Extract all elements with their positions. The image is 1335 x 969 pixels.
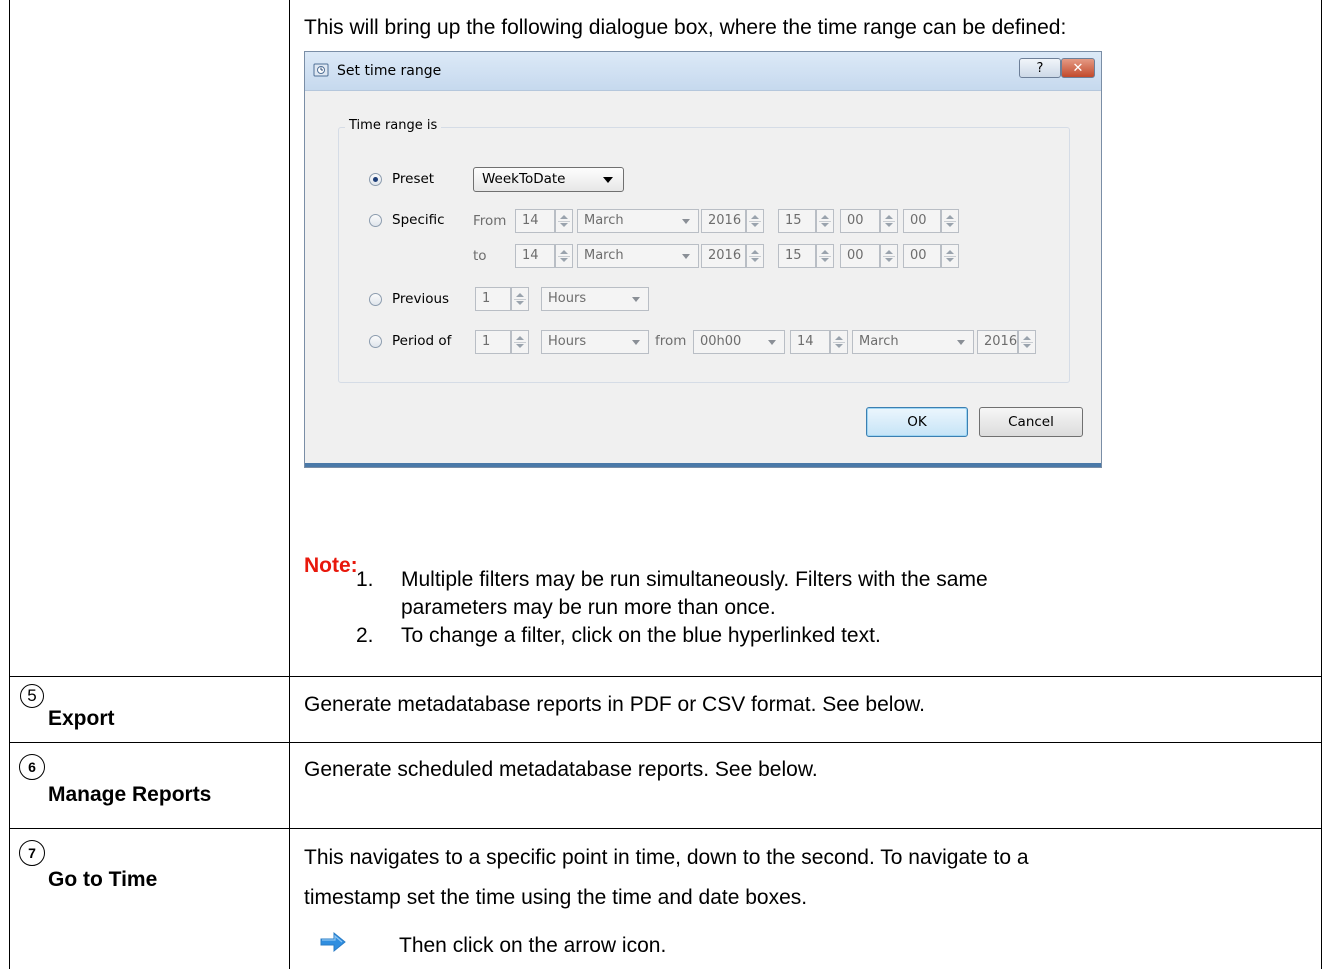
from-day-field[interactable]: 14 — [515, 209, 555, 233]
dialog-title-bar: Set time range ? ✕ — [305, 52, 1101, 91]
note-line: To change a filter, click on the blue hy… — [401, 624, 881, 647]
period-unit-value: Hours — [548, 334, 587, 349]
specific-radio[interactable] — [369, 214, 382, 227]
note-line: Multiple filters may be run simultaneous… — [401, 568, 988, 591]
period-unit-select[interactable]: Hours — [541, 330, 649, 354]
from-minute-spinner[interactable] — [880, 209, 898, 233]
period-year-field[interactable]: 2016 — [977, 330, 1018, 354]
period-count-field[interactable]: 1 — [475, 330, 511, 354]
from-day-spinner[interactable] — [555, 209, 573, 233]
period-month-select[interactable]: March — [852, 330, 974, 354]
period-time-select[interactable]: 00h00 — [693, 330, 785, 354]
previous-label: Previous — [392, 291, 450, 307]
period-time-value: 00h00 — [700, 334, 742, 349]
table-row-separator — [9, 828, 1322, 829]
row-label-export: Export — [48, 707, 115, 730]
row-description: This navigates to a specific point in ti… — [304, 846, 1029, 869]
chevron-down-icon — [603, 177, 613, 183]
dialog-bottom-border — [305, 463, 1101, 467]
previous-unit-value: Hours — [548, 291, 587, 306]
list-number: 1. — [356, 568, 374, 591]
chevron-down-icon — [632, 340, 640, 345]
specific-label: Specific — [392, 212, 445, 228]
dialog-title: Set time range — [337, 63, 442, 79]
previous-unit-select[interactable]: Hours — [541, 287, 649, 311]
period-year-spinner[interactable] — [1018, 330, 1036, 354]
to-month-select[interactable]: March — [577, 244, 699, 268]
period-of-radio[interactable] — [369, 335, 382, 348]
from-label: From — [473, 213, 507, 229]
set-time-range-dialog: Set time range ? ✕ Time range is Preset … — [304, 51, 1102, 468]
previous-count-field[interactable]: 1 — [475, 287, 511, 311]
ok-button[interactable]: OK — [866, 407, 968, 437]
right-arrow-icon — [320, 931, 346, 953]
from-second-spinner[interactable] — [941, 209, 959, 233]
to-year-spinner[interactable] — [746, 244, 764, 268]
previous-count-spinner[interactable] — [511, 287, 529, 311]
to-month-value: March — [584, 248, 624, 263]
step-number-badge: 6 — [19, 754, 45, 780]
table-row-separator — [9, 742, 1322, 743]
chevron-down-icon — [768, 340, 776, 345]
period-day-field[interactable]: 14 — [790, 330, 830, 354]
to-hour-field[interactable]: 15 — [778, 244, 816, 268]
chevron-down-icon — [682, 254, 690, 259]
preset-label: Preset — [392, 171, 435, 187]
cancel-button[interactable]: Cancel — [979, 407, 1083, 437]
to-day-spinner[interactable] — [555, 244, 573, 268]
from-month-value: March — [584, 213, 624, 228]
document-page: This will bring up the following dialogu… — [0, 0, 1335, 969]
to-hour-spinner[interactable] — [816, 244, 834, 268]
to-minute-field[interactable]: 00 — [840, 244, 880, 268]
table-row-separator — [9, 676, 1322, 677]
app-icon — [313, 63, 329, 77]
from-second-field[interactable]: 00 — [903, 209, 941, 233]
step-number-badge: 7 — [19, 840, 45, 866]
from-month-select[interactable]: March — [577, 209, 699, 233]
from-year-spinner[interactable] — [746, 209, 764, 233]
period-month-value: March — [859, 334, 899, 349]
preset-value: WeekToDate — [482, 171, 566, 187]
to-label: to — [473, 248, 487, 264]
note-line: parameters may be run more than once. — [401, 596, 776, 619]
preset-dropdown[interactable]: WeekToDate — [473, 167, 624, 192]
row-label-manage-reports: Manage Reports — [48, 783, 212, 806]
from-minute-field[interactable]: 00 — [840, 209, 880, 233]
chevron-down-icon — [682, 219, 690, 224]
chevron-down-icon — [957, 340, 965, 345]
table-border-middle — [289, 0, 290, 969]
from-hour-field[interactable]: 15 — [778, 209, 816, 233]
list-item: 2. To change a filter, click on the blue… — [356, 622, 988, 650]
period-of-label: Period of — [392, 333, 452, 349]
arrow-instruction: Then click on the arrow icon. — [399, 934, 667, 957]
list-item: 1. Multiple filters may be run simultane… — [356, 566, 988, 622]
to-year-field[interactable]: 2016 — [701, 244, 746, 268]
to-day-field[interactable]: 14 — [515, 244, 555, 268]
to-minute-spinner[interactable] — [880, 244, 898, 268]
note-list: 1. Multiple filters may be run simultane… — [356, 566, 988, 650]
table-border-left — [9, 0, 10, 969]
row-description: Generate metadatabase reports in PDF or … — [304, 693, 925, 716]
chevron-down-icon — [632, 297, 640, 302]
group-label: Time range is — [345, 118, 442, 133]
table-border-right — [1321, 0, 1322, 969]
row-description: Generate scheduled metadatabase reports.… — [304, 758, 818, 781]
period-day-spinner[interactable] — [830, 330, 848, 354]
row-description: timestamp set the time using the time an… — [304, 886, 808, 909]
intro-text: This will bring up the following dialogu… — [304, 16, 1067, 39]
close-button[interactable]: ✕ — [1061, 58, 1095, 78]
list-number: 2. — [356, 624, 374, 647]
row-label-go-to-time: Go to Time — [48, 868, 158, 891]
note-label: Note: — [304, 554, 358, 577]
period-from-label: from — [655, 333, 687, 349]
to-second-spinner[interactable] — [941, 244, 959, 268]
preset-radio[interactable] — [369, 173, 382, 186]
to-second-field[interactable]: 00 — [903, 244, 941, 268]
period-count-spinner[interactable] — [511, 330, 529, 354]
step-number-badge: 5 — [20, 684, 44, 708]
from-year-field[interactable]: 2016 — [701, 209, 746, 233]
from-hour-spinner[interactable] — [816, 209, 834, 233]
help-button[interactable]: ? — [1019, 58, 1061, 78]
previous-radio[interactable] — [369, 293, 382, 306]
